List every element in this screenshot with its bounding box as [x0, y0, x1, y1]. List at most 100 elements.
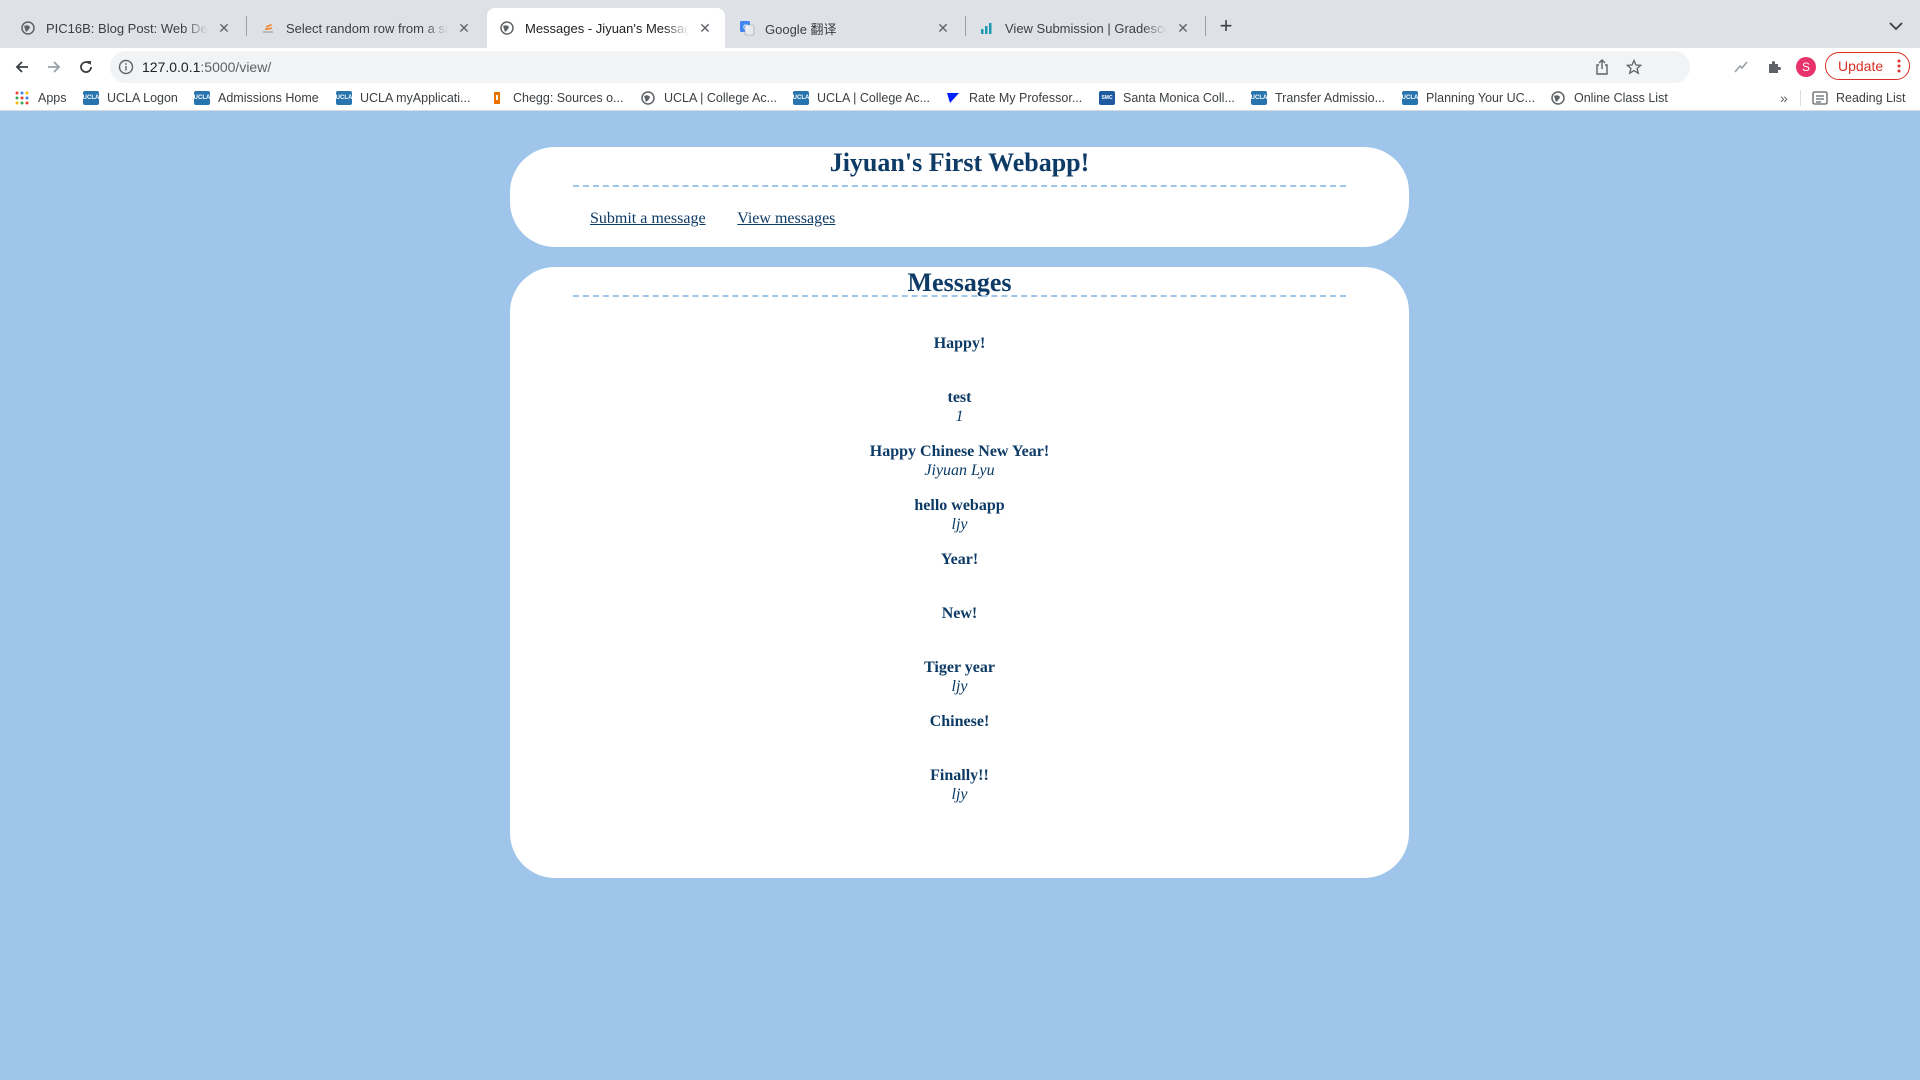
- bookmark-apps[interactable]: Apps: [14, 86, 67, 110]
- bookmark-label: UCLA myApplicati...: [360, 91, 471, 105]
- tab-search-button[interactable]: [1884, 14, 1908, 38]
- extension-icon[interactable]: [1729, 55, 1753, 79]
- bookmark-label: Apps: [38, 91, 67, 105]
- tab-google-translate[interactable]: G Google 翻译 ✕: [727, 8, 963, 48]
- bookmark-ucla-college-1[interactable]: UCLA | College Ac...: [640, 86, 777, 110]
- back-arrow-icon: [15, 61, 28, 73]
- ucla-icon: UCLA: [336, 91, 352, 105]
- forward-button[interactable]: [40, 53, 68, 81]
- globe-icon: [1550, 91, 1566, 105]
- update-button[interactable]: Update: [1825, 52, 1910, 80]
- update-label: Update: [1838, 58, 1884, 74]
- bookmark-label: Rate My Professor...: [969, 91, 1083, 105]
- bookmark-planning-your-uc[interactable]: UCLA Planning Your UC...: [1402, 86, 1535, 110]
- tab-title: View Submission | Gradescope: [1005, 20, 1167, 36]
- bookmark-online-class-list[interactable]: Online Class List: [1550, 86, 1668, 110]
- bookmark-ucla-college-2[interactable]: UCLA UCLA | College Ac...: [793, 86, 930, 110]
- address-bar[interactable]: 127.0.0.1:5000/view/: [110, 51, 1690, 83]
- submit-message-link[interactable]: Submit a message: [590, 210, 706, 227]
- messages-card: Messages Happy! test 1 Happy Chinese New…: [510, 267, 1409, 878]
- tab-sqlite[interactable]: Select random row from a sqlit ✕: [248, 8, 484, 48]
- more-bookmarks-button[interactable]: »: [1780, 86, 1788, 110]
- reload-button[interactable]: [72, 53, 100, 81]
- tab-title: PIC16B: Blog Post: Web Develo: [46, 20, 208, 36]
- bookmark-santa-monica[interactable]: SMC Santa Monica Coll...: [1099, 86, 1235, 110]
- globe-icon: [20, 20, 36, 36]
- bookmark-label: UCLA Logon: [107, 91, 178, 105]
- bookmark-ucla-logon[interactable]: UCLA UCLA Logon: [83, 86, 178, 110]
- message-text: Chinese!: [929, 713, 990, 730]
- close-icon[interactable]: ✕: [1175, 20, 1191, 36]
- tab-title: Select random row from a sqlit: [286, 20, 448, 36]
- bookmark-label: Santa Monica Coll...: [1123, 91, 1235, 105]
- close-icon[interactable]: ✕: [456, 20, 472, 36]
- tab-separator: [246, 16, 247, 36]
- close-icon[interactable]: ✕: [935, 20, 951, 36]
- message-item: New!: [510, 604, 1409, 623]
- title-divider: [573, 185, 1346, 187]
- message-item: Year!: [510, 550, 1409, 569]
- bookmark-label: Online Class List: [1574, 91, 1668, 105]
- message-text: Happy Chinese New Year!: [869, 443, 1050, 460]
- message-handle: ljy: [951, 516, 968, 533]
- url-host: 127.0.0.1: [142, 59, 201, 75]
- message-item: Tiger year ljy: [510, 658, 1409, 696]
- kebab-menu-icon: [1897, 59, 1901, 73]
- site-nav: Submit a message View messages: [590, 210, 863, 228]
- puzzle-extensions-icon[interactable]: [1762, 55, 1786, 79]
- apps-grid-icon: [14, 91, 30, 105]
- bookmark-ucla-myapplication[interactable]: UCLA UCLA myApplicati...: [336, 86, 470, 110]
- tab-blog-post[interactable]: PIC16B: Blog Post: Web Develo ✕: [8, 8, 244, 48]
- ratemyprofessor-icon: [945, 91, 961, 105]
- message-item: Finally!! ljy: [510, 766, 1409, 804]
- globe-icon: [499, 20, 515, 36]
- bookmark-admissions-home[interactable]: UCLA Admissions Home: [194, 86, 319, 110]
- message-text: Finally!!: [930, 767, 989, 784]
- tab-separator: [965, 16, 966, 36]
- bookmark-label: UCLA | College Ac...: [817, 91, 931, 105]
- info-icon[interactable]: [118, 59, 134, 75]
- site-header-card: Jiyuan's First Webapp! Submit a message …: [510, 147, 1409, 247]
- forward-arrow-icon: [48, 61, 61, 73]
- bookmark-transfer-admission[interactable]: UCLA Transfer Admissio...: [1251, 86, 1385, 110]
- reading-list-button[interactable]: Reading List: [1812, 86, 1906, 110]
- bookmark-chegg[interactable]: Chegg: Sources o...: [489, 86, 623, 110]
- message-item: Happy Chinese New Year! Jiyuan Lyu: [510, 442, 1409, 480]
- smc-icon: SMC: [1099, 91, 1115, 105]
- message-text: Tiger year: [924, 659, 995, 676]
- bookmarks-divider: [1800, 90, 1801, 106]
- message-handle: ljy: [951, 786, 968, 803]
- message-text: New!: [941, 605, 978, 622]
- close-icon[interactable]: ✕: [697, 20, 713, 36]
- message-text: hello webapp: [914, 497, 1005, 514]
- bookmark-label: Admissions Home: [218, 91, 319, 105]
- message-item: Chinese!: [510, 712, 1409, 731]
- close-icon[interactable]: ✕: [216, 20, 232, 36]
- messages-title: Messages: [907, 268, 1012, 297]
- tab-separator: [1205, 16, 1206, 36]
- tab-title: Google 翻译: [765, 21, 837, 37]
- ucla-icon: UCLA: [1251, 91, 1267, 105]
- tab-messages[interactable]: Messages - Jiyuan's Message ✕: [487, 8, 725, 48]
- message-handle: 1: [955, 408, 964, 425]
- message-text: Happy!: [933, 335, 986, 352]
- back-button[interactable]: [8, 53, 36, 81]
- chegg-icon: [489, 91, 505, 105]
- tab-gradescope[interactable]: View Submission | Gradescope ✕: [967, 8, 1203, 48]
- message-handle: ljy: [951, 678, 968, 695]
- bookmark-rate-my-professor[interactable]: Rate My Professor...: [945, 86, 1082, 110]
- view-messages-link[interactable]: View messages: [737, 210, 835, 227]
- message-item: test 1: [510, 388, 1409, 426]
- chevron-down-icon: [1889, 22, 1903, 31]
- profile-avatar[interactable]: S: [1796, 57, 1816, 77]
- new-tab-button[interactable]: +: [1212, 12, 1240, 40]
- message-item: Happy!: [510, 334, 1409, 353]
- bookmark-star-icon[interactable]: [1624, 57, 1644, 77]
- ucla-icon: UCLA: [194, 91, 210, 105]
- share-icon[interactable]: [1592, 57, 1612, 77]
- message-text: test: [947, 389, 972, 406]
- stackoverflow-icon: [260, 20, 276, 36]
- ucla-icon: UCLA: [793, 91, 809, 105]
- google-translate-icon: G: [739, 20, 755, 36]
- url-text[interactable]: 127.0.0.1:5000/view/: [142, 51, 271, 83]
